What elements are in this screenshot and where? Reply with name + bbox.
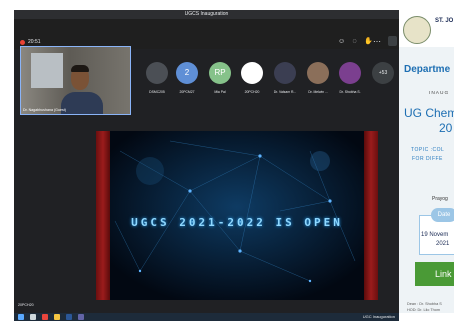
speaker-name: Dr. Nagabhushana (Guest): [23, 108, 66, 112]
topic-line2: FOR DIFFE: [412, 156, 443, 162]
inaugural-label: INAUG: [429, 91, 450, 96]
event-title-line2: 20: [439, 121, 453, 135]
leave-button[interactable]: [388, 36, 397, 46]
banner-text: UGCS 2021-2022 IS OPEN: [131, 216, 343, 229]
speaker-hair: [71, 65, 89, 72]
curtain-left: [96, 131, 110, 300]
presenter-label: 20PCH20: [18, 303, 34, 307]
chat-icon[interactable]: ◌: [351, 38, 358, 45]
topic-line1: TOPIC :COL: [411, 147, 445, 153]
poster-header: ST. JO: [399, 10, 454, 47]
participant-avatar[interactable]: RP: [209, 62, 231, 84]
link-button[interactable]: Link: [415, 262, 454, 286]
participant-avatar[interactable]: [146, 62, 168, 84]
browser-icon[interactable]: [42, 314, 48, 320]
system-tray: UGC Inauguration: [362, 314, 395, 319]
speaker-body: [61, 92, 103, 114]
start-icon[interactable]: [18, 314, 24, 320]
more-icon[interactable]: ⋯: [373, 37, 381, 46]
meeting-timer: 20:51: [28, 39, 41, 45]
college-name: ST. JO: [435, 18, 454, 24]
window-title: UGCS Inauguration: [184, 11, 229, 17]
participant-avatar[interactable]: [307, 62, 329, 84]
word-icon[interactable]: [66, 314, 72, 320]
reactions-icon[interactable]: ✋: [364, 38, 373, 45]
participant-avatar[interactable]: [339, 62, 361, 84]
participant-name: Dr. Shobha S.: [339, 90, 361, 94]
people-icon[interactable]: ☺: [338, 38, 345, 45]
taskbar-apps: [18, 314, 84, 320]
curtain-right: [364, 131, 378, 300]
search-icon[interactable]: [30, 314, 36, 320]
taskbar: UGC Inauguration: [14, 313, 399, 321]
video-window: [31, 53, 63, 88]
participant-avatar[interactable]: 2: [176, 62, 198, 84]
date-line1: 19 Novem: [421, 232, 449, 238]
title-bar: UGCS Inauguration: [14, 10, 399, 19]
hod-text: HOD: Dr. Lilo Thom: [407, 308, 441, 312]
meeting-window: UGCS Inauguration 20:51 ☺ ◌ ✋ ⋯ Dr. Naga…: [14, 10, 399, 313]
prayog-label: Prayog: [432, 196, 448, 202]
teams-icon[interactable]: [78, 314, 84, 320]
speaker-video-tile[interactable]: Dr. Nagabhushana (Guest): [20, 46, 131, 115]
event-title-line1: UG Chem: [404, 106, 454, 120]
participant-avatar[interactable]: [274, 62, 296, 84]
toolbar-icons: ☺ ◌ ✋: [338, 38, 373, 45]
meeting-top-bar: 20:51 ☺ ◌ ✋ ⋯: [14, 19, 399, 49]
date-line2: 2021: [436, 241, 450, 247]
date-label: Date: [431, 208, 454, 222]
recording-icon: [20, 40, 25, 45]
college-logo: [403, 16, 431, 44]
event-poster: ST. JO Departme INAUG UG Chem 20 TOPIC :…: [399, 10, 454, 313]
folder-icon[interactable]: [54, 314, 60, 320]
convenor-text: Dean : Dr. Shobha S: [407, 302, 442, 306]
department-title: Departme: [404, 64, 451, 75]
more-participants-button[interactable]: +53: [372, 62, 394, 84]
participant-avatar[interactable]: [241, 62, 263, 84]
